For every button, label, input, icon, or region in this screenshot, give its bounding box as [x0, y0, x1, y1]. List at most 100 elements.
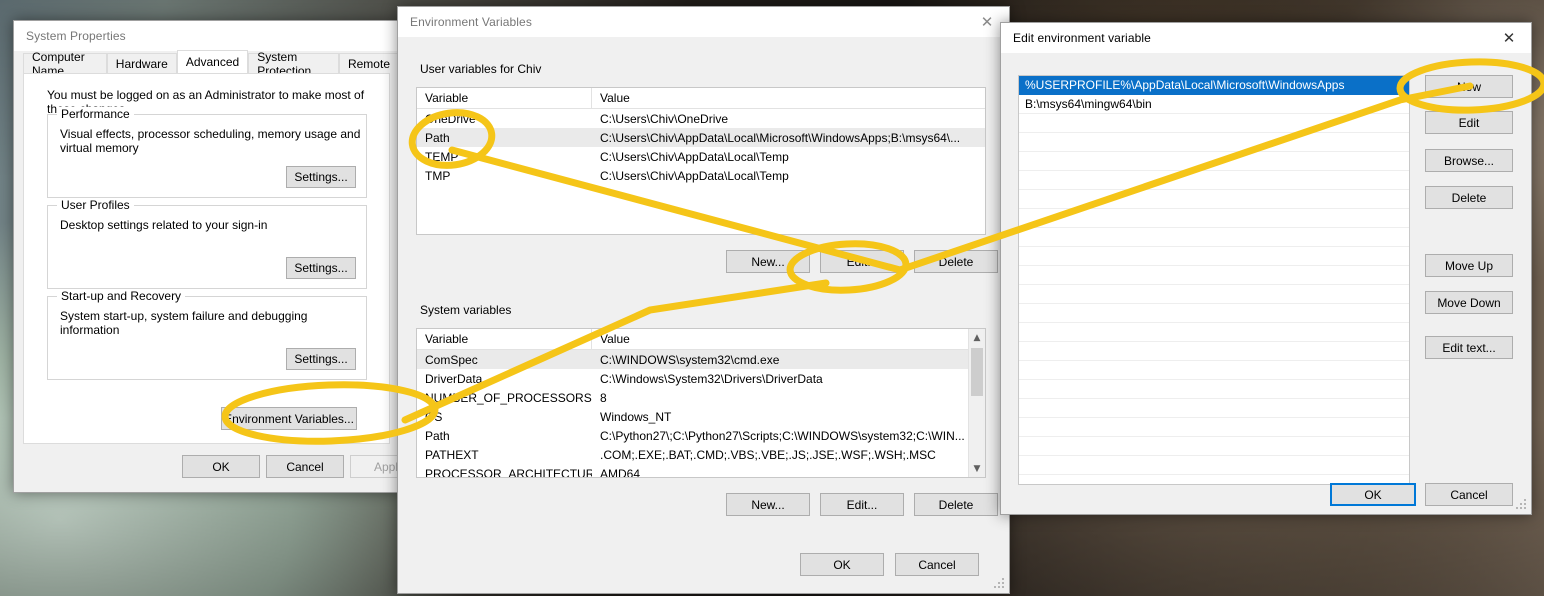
list-item-empty[interactable] — [1019, 247, 1409, 266]
system-properties-tabstrip: Computer Name Hardware Advanced System P… — [23, 50, 399, 78]
table-row[interactable]: OneDrive C:\Users\Chiv\OneDrive — [417, 109, 985, 128]
system-vars-edit-button[interactable]: Edit... — [820, 493, 904, 516]
list-item-empty[interactable] — [1019, 418, 1409, 437]
startup-recovery-group: Start-up and Recovery System start-up, s… — [47, 289, 367, 380]
user-var-path-row[interactable]: Path C:\Users\Chiv\AppData\Local\Microso… — [417, 128, 985, 147]
system-var-value: .COM;.EXE;.BAT;.CMD;.VBS;.VBE;.JS;.JSE;.… — [600, 447, 936, 462]
environment-variables-title: Environment Variables — [410, 15, 532, 29]
edit-dialog-move-up-button[interactable]: Move Up — [1425, 254, 1513, 277]
environment-variables-button[interactable]: Environment Variables... — [221, 407, 357, 430]
table-row[interactable]: TEMP C:\Users\Chiv\AppData\Local\Temp — [417, 147, 985, 166]
environment-variables-ok-button[interactable]: OK — [800, 553, 884, 576]
list-item-empty[interactable] — [1019, 323, 1409, 342]
system-variables-scrollbar[interactable]: ▲ ▼ — [968, 329, 985, 477]
tab-remote[interactable]: Remote — [338, 53, 399, 73]
scrollbar-thumb[interactable] — [971, 348, 983, 396]
chevron-up-icon[interactable]: ▲ — [969, 329, 985, 346]
table-row[interactable]: ComSpec C:\WINDOWS\system32\cmd.exe — [417, 350, 985, 369]
table-row[interactable]: PROCESSOR_ARCHITECTURE AMD64 — [417, 464, 985, 478]
table-row[interactable]: OS Windows_NT — [417, 407, 985, 426]
system-var-name: Path — [425, 428, 450, 443]
resize-grip[interactable] — [1516, 499, 1528, 511]
list-item-empty[interactable] — [1019, 285, 1409, 304]
environment-variables-titlebar: Environment Variables ✕ — [398, 7, 1009, 37]
system-var-name: ComSpec — [425, 352, 478, 367]
path-entries-list[interactable]: %USERPROFILE%\AppData\Local\Microsoft\Wi… — [1018, 75, 1410, 485]
list-item-empty[interactable] — [1019, 361, 1409, 380]
system-variables-list-header: Variable Value — [417, 329, 985, 350]
environment-variables-cancel-button[interactable]: Cancel — [895, 553, 979, 576]
system-properties-ok-button[interactable]: OK — [182, 455, 260, 478]
system-properties-title: System Properties — [26, 29, 126, 43]
user-vars-delete-button[interactable]: Delete — [914, 250, 998, 273]
user-var-value: C:\Users\Chiv\OneDrive — [600, 111, 729, 126]
user-vars-edit-button[interactable]: Edit... — [820, 250, 904, 273]
list-item-empty[interactable] — [1019, 437, 1409, 456]
system-variables-column-value: Value — [600, 332, 630, 346]
edit-dialog-new-button[interactable]: New — [1425, 75, 1513, 98]
table-row[interactable]: NUMBER_OF_PROCESSORS 8 — [417, 388, 985, 407]
list-item-empty[interactable] — [1019, 266, 1409, 285]
list-item-empty[interactable] — [1019, 190, 1409, 209]
system-var-name: NUMBER_OF_PROCESSORS — [425, 390, 592, 405]
user-variables-column-value: Value — [600, 91, 630, 105]
tab-advanced[interactable]: Advanced — [176, 50, 249, 73]
list-item-empty[interactable] — [1019, 133, 1409, 152]
user-vars-new-button[interactable]: New... — [726, 250, 810, 273]
user-profiles-group: User Profiles Desktop settings related t… — [47, 198, 367, 289]
user-variables-column-variable: Variable — [417, 87, 592, 109]
list-item-empty[interactable] — [1019, 152, 1409, 171]
user-var-name: TEMP — [425, 149, 459, 164]
user-var-value: C:\Users\Chiv\AppData\Local\Microsoft\Wi… — [600, 130, 961, 145]
list-item-empty[interactable] — [1019, 228, 1409, 247]
system-properties-dialog: System Properties Computer Name Hardware… — [13, 20, 428, 493]
system-var-name: PROCESSOR_ARCHITECTURE — [425, 466, 592, 478]
table-row[interactable]: PATHEXT .COM;.EXE;.BAT;.CMD;.VBS;.VBE;.J… — [417, 445, 985, 464]
table-row[interactable]: DriverData C:\Windows\System32\Drivers\D… — [417, 369, 985, 388]
list-item[interactable]: B:\msys64\mingw64\bin — [1019, 95, 1409, 114]
screen: System Properties Computer Name Hardware… — [0, 0, 1544, 596]
tab-system-protection[interactable]: System Protection — [248, 50, 339, 78]
system-vars-new-button[interactable]: New... — [726, 493, 810, 516]
system-var-value: Windows_NT — [600, 409, 672, 424]
system-variables-column-variable: Variable — [417, 329, 592, 350]
performance-settings-button[interactable]: Settings... — [286, 166, 356, 188]
list-item-empty[interactable] — [1019, 209, 1409, 228]
list-item[interactable]: %USERPROFILE%\AppData\Local\Microsoft\Wi… — [1019, 76, 1409, 95]
list-item-empty[interactable] — [1019, 399, 1409, 418]
list-item-empty[interactable] — [1019, 304, 1409, 323]
list-item-empty[interactable] — [1019, 380, 1409, 399]
chevron-down-icon[interactable]: ▼ — [969, 460, 985, 477]
edit-dialog-cancel-button[interactable]: Cancel — [1425, 483, 1513, 506]
list-item-empty[interactable] — [1019, 171, 1409, 190]
system-vars-delete-button[interactable]: Delete — [914, 493, 998, 516]
user-variables-group: User variables for Chiv Variable Value O… — [412, 62, 998, 291]
system-variables-list[interactable]: Variable Value ComSpec C:\WINDOWS\system… — [416, 328, 986, 478]
edit-dialog-browse-button[interactable]: Browse... — [1425, 149, 1513, 172]
edit-dialog-ok-button[interactable]: OK — [1330, 483, 1416, 506]
table-row[interactable]: TMP C:\Users\Chiv\AppData\Local\Temp — [417, 166, 985, 185]
list-item-empty[interactable] — [1019, 114, 1409, 133]
list-item-empty[interactable] — [1019, 456, 1409, 475]
tab-computer-name[interactable]: Computer Name — [23, 50, 107, 78]
edit-dialog-edit-text-button[interactable]: Edit text... — [1425, 336, 1513, 359]
resize-grip[interactable] — [994, 578, 1006, 590]
user-variables-list[interactable]: Variable Value OneDrive C:\Users\Chiv\On… — [416, 87, 986, 235]
startup-recovery-settings-button[interactable]: Settings... — [286, 348, 356, 370]
system-var-name: PATHEXT — [425, 447, 479, 462]
system-properties-cancel-button[interactable]: Cancel — [266, 455, 344, 478]
user-profiles-settings-button[interactable]: Settings... — [286, 257, 356, 279]
list-item-empty[interactable] — [1019, 342, 1409, 361]
table-row[interactable]: Path C:\Python27\;C:\Python27\Scripts;C:… — [417, 426, 985, 445]
edit-dialog-delete-button[interactable]: Delete — [1425, 186, 1513, 209]
edit-dialog-move-down-button[interactable]: Move Down — [1425, 291, 1513, 314]
system-properties-titlebar: System Properties — [14, 21, 399, 51]
advanced-tab-page: You must be logged on as an Administrato… — [23, 73, 390, 444]
tab-hardware[interactable]: Hardware — [106, 53, 177, 73]
user-variables-legend: User variables for Chiv — [416, 62, 546, 76]
edit-dialog-edit-button[interactable]: Edit — [1425, 111, 1513, 134]
user-variables-list-header: Variable Value — [417, 87, 985, 109]
system-var-value: AMD64 — [600, 466, 641, 478]
user-profiles-description: Desktop settings related to your sign-in — [60, 218, 268, 232]
close-icon[interactable]: ✕ — [1487, 23, 1531, 53]
